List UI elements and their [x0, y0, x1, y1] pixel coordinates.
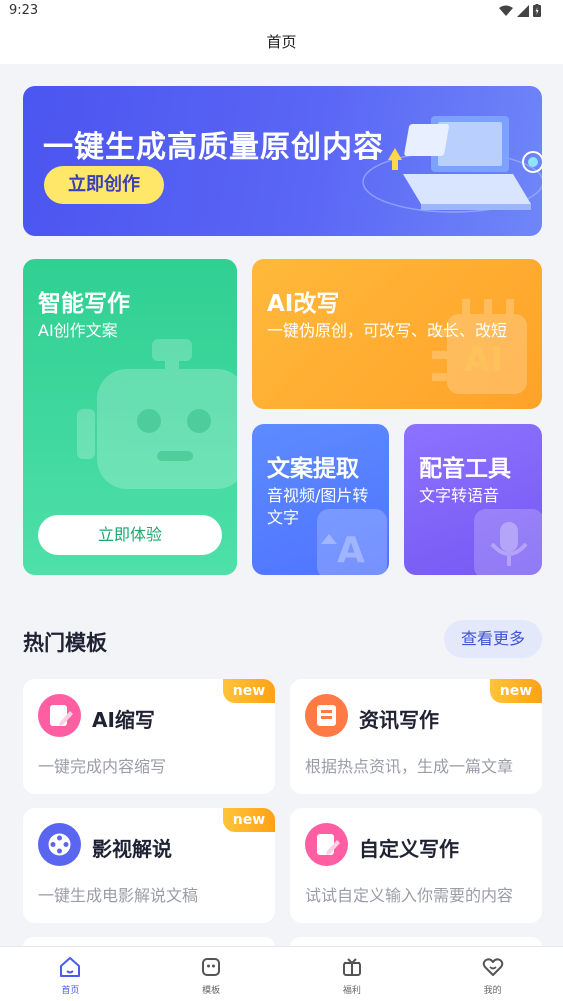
hot-templates-title: 热门模板 — [23, 631, 107, 655]
svg-text:A: A — [337, 530, 365, 571]
smart-writing-card[interactable]: 智能写作 AI创作文案 立即体验 — [23, 259, 237, 575]
heart-face-icon — [482, 958, 503, 976]
template-icon — [202, 958, 221, 976]
banner-title: 一键生成高质量原创内容 — [43, 130, 384, 165]
template-desc: 试试自定义输入你需要的内容 — [305, 886, 514, 905]
status-icons — [499, 4, 541, 17]
template-name: 影视解说 — [92, 837, 172, 861]
template-card-film-commentary[interactable]: 影视解说 一键生成电影解说文稿 new — [23, 808, 275, 923]
tab-label: 福利 — [342, 986, 361, 996]
tab-label: 模板 — [202, 986, 221, 996]
tab-mine[interactable]: 我的 — [422, 947, 563, 1001]
template-desc: 一键生成电影解说文稿 — [38, 886, 199, 905]
text-extract-card[interactable]: A 文案提取 音视频/图片转文字 — [252, 424, 389, 575]
voice-tool-title: 配音工具 — [419, 456, 511, 482]
robot-icon — [77, 339, 237, 489]
page-title: 首页 — [266, 33, 297, 51]
signal-icon — [517, 4, 529, 17]
template-card-news-writing[interactable]: 资讯写作 根据热点资讯，生成一篇文章 new — [290, 679, 542, 794]
tab-label: 我的 — [483, 986, 502, 996]
text-extract-desc: 音视频/图片转文字 — [267, 486, 369, 527]
text-extract-title: 文案提取 — [267, 456, 359, 482]
ai-chip-icon: AI — [432, 299, 527, 394]
template-desc: 一键完成内容缩写 — [38, 757, 167, 776]
new-badge: new — [490, 679, 542, 703]
voice-tool-desc: 文字转语音 — [419, 486, 500, 505]
document-icon — [305, 694, 348, 737]
template-desc: 根据热点资讯，生成一篇文章 — [305, 757, 514, 776]
tab-home[interactable]: 首页 — [0, 947, 141, 1001]
template-card-custom-writing[interactable]: 自定义写作 试试自定义输入你需要的内容 — [290, 808, 542, 923]
promo-banner[interactable]: 一键生成高质量原创内容 立即创作 — [23, 86, 542, 236]
gift-icon — [342, 958, 361, 976]
template-name: 自定义写作 — [359, 837, 459, 861]
film-reel-icon — [38, 823, 81, 866]
template-card-ai-condense[interactable]: AI缩写 一键完成内容缩写 new — [23, 679, 275, 794]
tab-welfare[interactable]: 福利 — [282, 947, 423, 1001]
smart-writing-title: 智能写作 — [38, 291, 130, 317]
battery-icon — [533, 4, 541, 17]
new-badge: new — [223, 679, 275, 703]
ai-rewrite-desc: 一键伪原创，可改写、改长、改短 — [267, 321, 508, 340]
try-now-button[interactable]: 立即体验 — [38, 515, 222, 555]
wifi-icon — [499, 5, 513, 16]
tab-templates[interactable]: 模板 — [141, 947, 282, 1001]
template-name: 资讯写作 — [359, 708, 439, 732]
view-more-button[interactable]: 查看更多 — [444, 620, 542, 658]
svg-text:AI: AI — [464, 340, 503, 380]
template-name: AI缩写 — [92, 708, 155, 732]
edit-icon — [305, 823, 348, 866]
microphone-icon — [474, 509, 542, 575]
edit-icon — [38, 694, 81, 737]
ai-rewrite-card[interactable]: AI AI改写 一键伪原创，可改写、改长、改短 — [252, 259, 542, 409]
ai-rewrite-title: AI改写 — [267, 291, 340, 317]
status-time: 9:23 — [9, 3, 39, 18]
home-icon — [60, 957, 81, 977]
status-bar: 9:23 — [0, 0, 563, 24]
voice-tool-card[interactable]: 配音工具 文字转语音 — [404, 424, 542, 575]
bottom-tab-bar: 首页 模板 福利 我的 — [0, 946, 563, 1001]
smart-writing-desc: AI创作文案 — [38, 321, 118, 340]
new-badge: new — [223, 808, 275, 832]
create-now-button[interactable]: 立即创作 — [44, 166, 164, 204]
tab-label: 首页 — [61, 986, 80, 996]
top-nav-bar: 首页 — [0, 24, 563, 64]
